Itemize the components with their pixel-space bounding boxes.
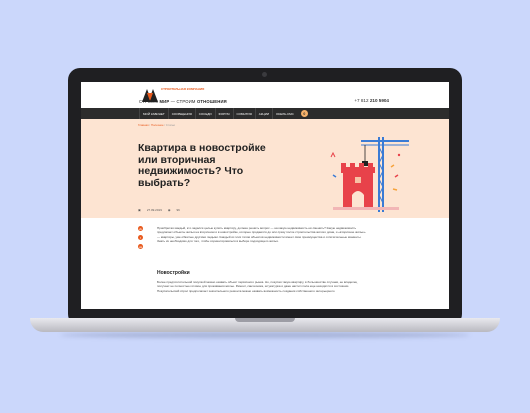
nav-item-promos[interactable]: АКЦИИ [254, 108, 272, 119]
laptop-notch [235, 318, 295, 322]
breadcrumb: Главная / Полезное / Статьи [138, 123, 175, 127]
logo-subtitle: СТРОИТЕЛЬНАЯ КОМПАНИЯ [161, 87, 205, 91]
laptop-shadow [60, 332, 470, 338]
page-title: Квартира в новостройке или вторичная нед… [138, 142, 266, 189]
article-date: 27.09.2019 [146, 208, 162, 212]
article-intro: Приобретая каждый, кто задался целью куп… [157, 226, 366, 244]
site-slogan: СТРОИМ МИР — СТРОИМ ОТНОШЕНИЯ [139, 99, 227, 104]
vk-share-button[interactable]: vk [138, 226, 143, 231]
breadcrumb-current: Статьи [165, 123, 175, 127]
eye-icon: ◉ [167, 208, 171, 212]
calendar-icon: ▣ [138, 208, 141, 212]
nav-item-neighbors[interactable]: СОСЕДИ [194, 108, 215, 119]
section-title: Новостройки [157, 270, 190, 276]
section-body: Более предпочтительной покупкой можно на… [157, 280, 358, 293]
nav-item-sms[interactable]: ОКЕЛЬ-СМС [272, 108, 297, 119]
ok-share-button[interactable]: ok [138, 244, 143, 249]
article-meta: ▣ 27.09.2019 ◉ 96 [138, 208, 180, 212]
webcam [262, 72, 267, 77]
facebook-share-button[interactable]: f [138, 235, 143, 240]
castle-crane-illustration [330, 137, 409, 212]
breadcrumb-home[interactable]: Главная [138, 123, 149, 127]
breadcrumb-useful[interactable]: Полезное [151, 123, 164, 127]
article-views: 96 [176, 208, 180, 212]
nav-item-cabinet[interactable]: МОЙ КАБИНЕТ [139, 108, 168, 119]
article-content: vk f ok Приобретая каждый, кто задался ц… [81, 218, 449, 309]
browser-screen: СТРОИТЕЛЬНАЯ КОМПАНИЯ СТРОИМ МИР — СТРОИ… [81, 82, 449, 309]
nav-item-messages[interactable]: СООБЩЕНИЯ [167, 108, 195, 119]
nav-item-forum[interactable]: ФОРУМ [214, 108, 233, 119]
cart-badge[interactable]: 0 [300, 110, 308, 117]
site-header: СТРОИТЕЛЬНАЯ КОМПАНИЯ СТРОИМ МИР — СТРОИ… [81, 82, 449, 108]
article-hero: Главная / Полезное / Статьи Квартира в н… [81, 119, 449, 218]
main-nav: МОЙ КАБИНЕТ СООБЩЕНИЯ СОСЕДИ ФОРУМ СОБЫТ… [81, 108, 449, 119]
nav-item-events[interactable]: СОБЫТИЯ [232, 108, 255, 119]
phone-number[interactable]: +7 812 210 5904 [354, 98, 389, 103]
